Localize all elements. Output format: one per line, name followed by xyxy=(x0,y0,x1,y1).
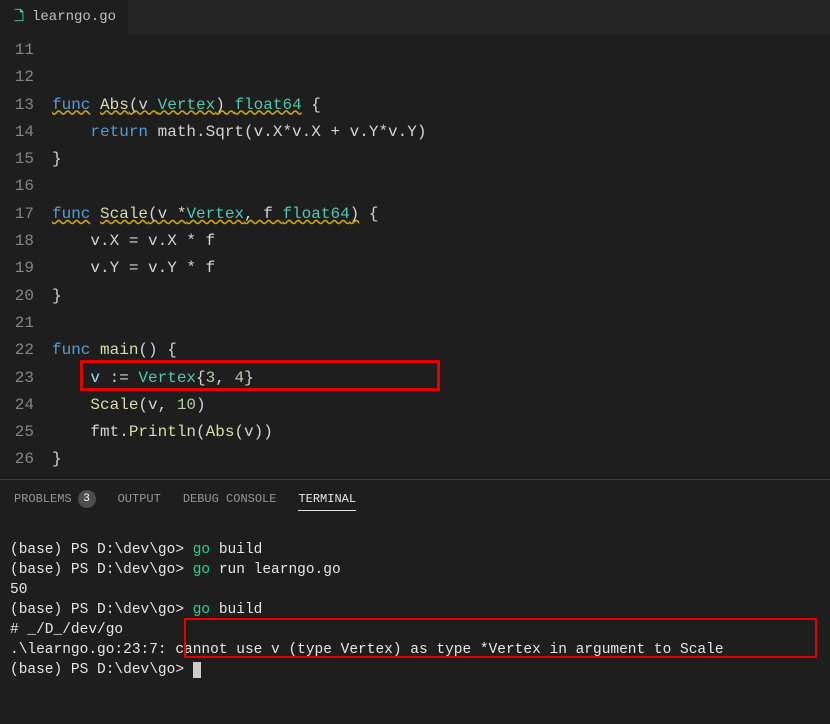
code-line: } xyxy=(52,287,62,305)
terminal-line: (base) PS D:\dev\go> go run learngo.go xyxy=(10,562,341,578)
terminal-line: # _/D_/dev/go xyxy=(10,622,123,638)
panel-tabs: PROBLEMS 3 OUTPUT DEBUG CONSOLE TERMINAL xyxy=(0,480,830,516)
code-line: return math.Sqrt(v.X*v.X + v.Y*v.Y) xyxy=(52,123,426,141)
bottom-panel: PROBLEMS 3 OUTPUT DEBUG CONSOLE TERMINAL… xyxy=(0,479,830,691)
terminal-line: (base) PS D:\dev\go> xyxy=(10,662,201,678)
terminal-line: (base) PS D:\dev\go> go build xyxy=(10,542,262,558)
tab-label: DEBUG CONSOLE xyxy=(183,492,277,506)
file-tab[interactable]: learngo.go xyxy=(0,0,128,34)
code-line xyxy=(52,314,62,332)
code-line: Scale(v, 10) xyxy=(52,396,206,414)
code-line xyxy=(52,177,62,195)
code-line xyxy=(52,478,62,479)
code-line: fmt.Println(Abs(v)) xyxy=(52,423,273,441)
code-line: } xyxy=(52,150,62,168)
tab-terminal[interactable]: TERMINAL xyxy=(298,492,356,511)
terminal-line: .\learngo.go:23:7: cannot use v (type Ve… xyxy=(10,642,724,658)
go-file-icon xyxy=(12,8,26,26)
terminal-content[interactable]: (base) PS D:\dev\go> go build (base) PS … xyxy=(0,516,830,724)
tab-problems[interactable]: PROBLEMS 3 xyxy=(14,490,96,508)
tab-label: PROBLEMS xyxy=(14,492,72,506)
code-line: func Scale(v *Vertex, f float64) { xyxy=(52,205,378,223)
code-line: v.X = v.X * f xyxy=(52,232,215,250)
code-editor[interactable]: 11 12 13 14 15 16 17 18 19 20 21 22 23 2… xyxy=(0,35,830,479)
code-line: v.Y = v.Y * f xyxy=(52,259,215,277)
tab-label: OUTPUT xyxy=(118,492,161,506)
code-line: func Abs(v Vertex) float64 { xyxy=(52,96,321,114)
terminal-line: (base) PS D:\dev\go> go build xyxy=(10,602,262,618)
problems-badge: 3 xyxy=(78,490,96,508)
terminal-cursor xyxy=(193,662,201,678)
code-line: func main() { xyxy=(52,341,177,359)
code-content[interactable]: func Abs(v Vertex) float64 { return math… xyxy=(52,35,426,479)
tab-debug-console[interactable]: DEBUG CONSOLE xyxy=(183,492,277,506)
code-line xyxy=(52,68,62,86)
terminal-line: 50 xyxy=(10,582,27,598)
tab-output[interactable]: OUTPUT xyxy=(118,492,161,506)
tab-bar: learngo.go xyxy=(0,0,830,35)
code-line: v := Vertex{3, 4} xyxy=(52,369,254,387)
tab-filename: learngo.go xyxy=(32,9,116,25)
code-line: } xyxy=(52,450,62,468)
line-numbers: 11 12 13 14 15 16 17 18 19 20 21 22 23 2… xyxy=(0,35,52,479)
tab-label: TERMINAL xyxy=(298,492,356,506)
